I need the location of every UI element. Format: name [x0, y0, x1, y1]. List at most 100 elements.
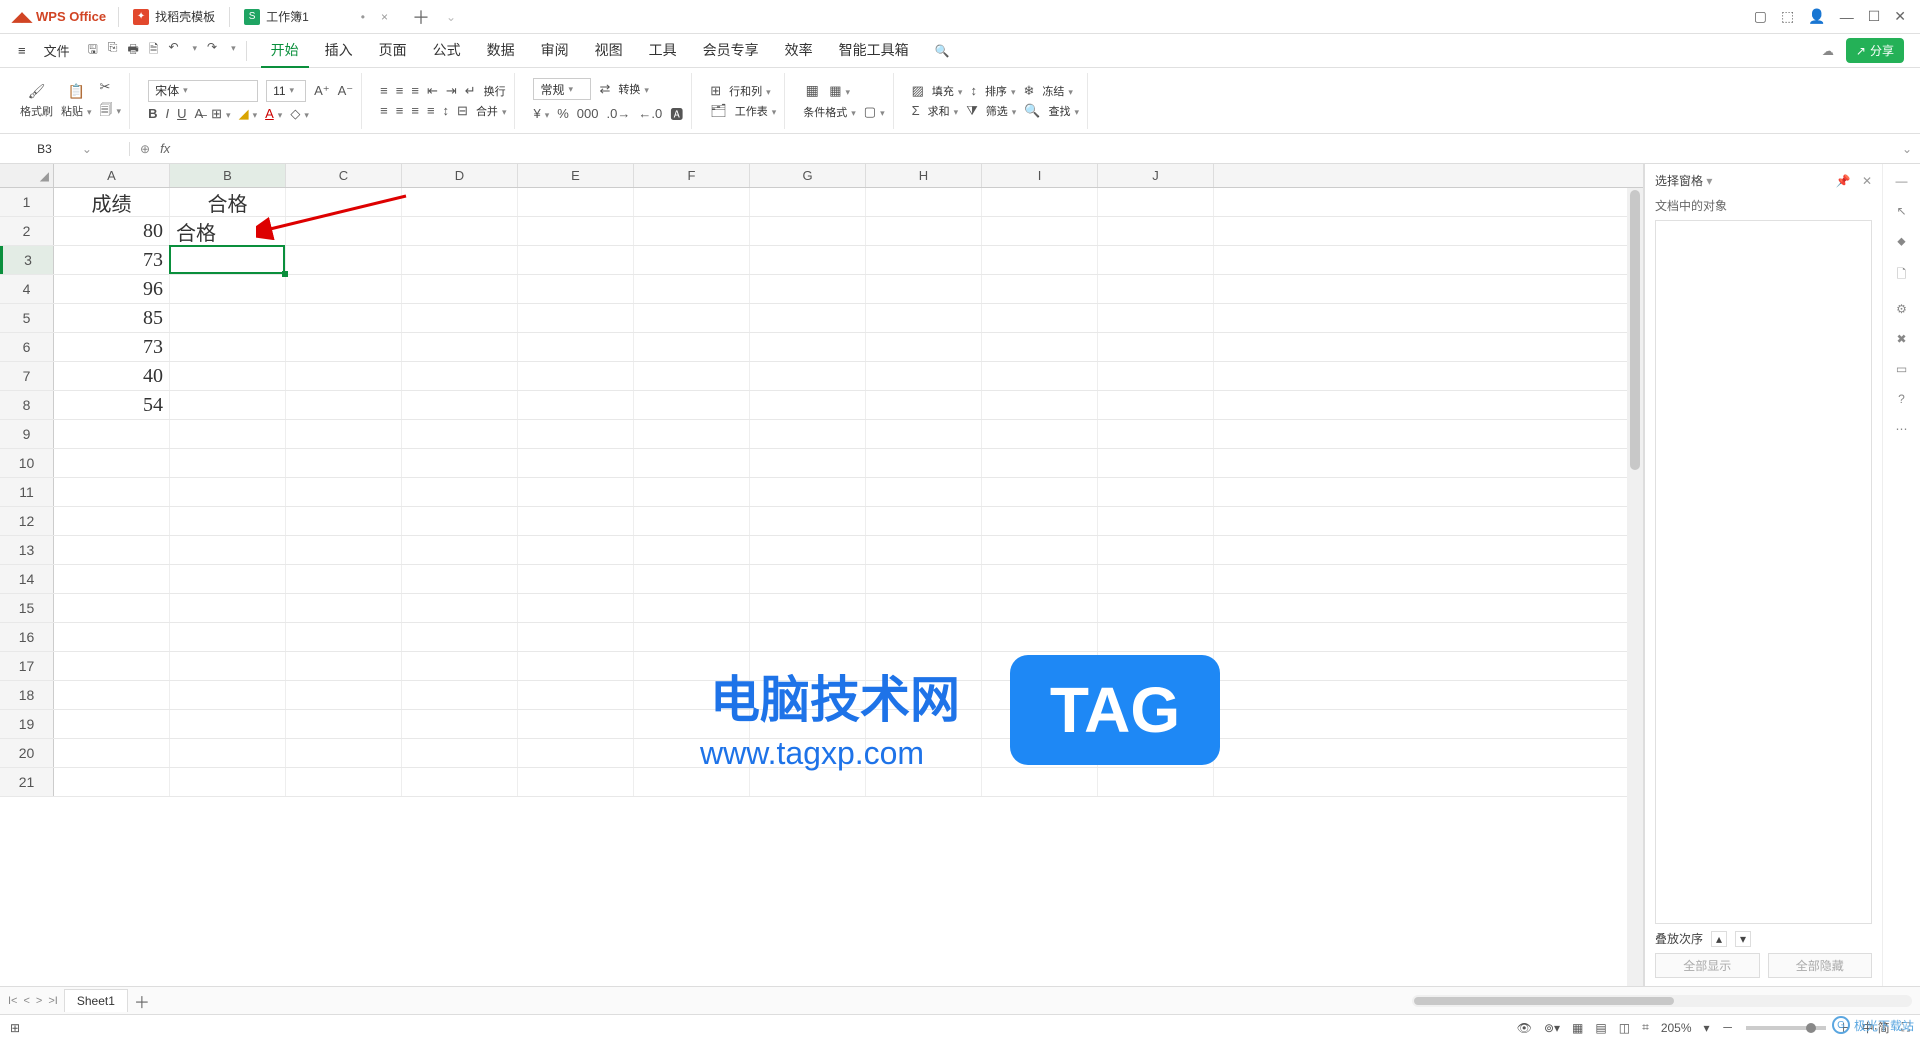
expand-formula-icon[interactable]: ⌄ [1894, 142, 1920, 156]
cell-D7[interactable] [402, 362, 518, 390]
cell-D2[interactable] [402, 217, 518, 245]
row-header-11[interactable]: 11 [0, 478, 54, 506]
cell-B15[interactable] [170, 594, 286, 622]
cell-C8[interactable] [286, 391, 402, 419]
cell-I11[interactable] [982, 478, 1098, 506]
cell-A10[interactable] [54, 449, 170, 477]
currency-icon[interactable]: ¥ [533, 106, 549, 121]
increase-font-icon[interactable]: A⁺ [314, 83, 330, 99]
cell-F8[interactable] [634, 391, 750, 419]
cell-B4[interactable] [170, 275, 286, 303]
sum-label[interactable]: 求和 [928, 103, 959, 119]
cell-H9[interactable] [866, 420, 982, 448]
cell-G2[interactable] [750, 217, 866, 245]
cell-I2[interactable] [982, 217, 1098, 245]
cell-F11[interactable] [634, 478, 750, 506]
highlight-icon[interactable]: ◢ [239, 106, 258, 122]
font-color-icon[interactable]: A [265, 106, 282, 121]
cell-G8[interactable] [750, 391, 866, 419]
col-header-J[interactable]: J [1098, 164, 1214, 187]
cell-C11[interactable] [286, 478, 402, 506]
cell-C18[interactable] [286, 681, 402, 709]
tab-member[interactable]: 会员专享 [693, 34, 769, 68]
up-icon[interactable]: ▴ [1711, 931, 1727, 947]
show-all-button[interactable]: 全部显示 [1655, 953, 1760, 978]
cell-H3[interactable] [866, 246, 982, 274]
cell-F14[interactable] [634, 565, 750, 593]
tab-menu-icon[interactable]: ⌄ [446, 10, 456, 24]
normal-view-icon[interactable]: ▦ [1572, 1021, 1583, 1035]
sheet-tab-1[interactable]: Sheet1 [64, 989, 128, 1012]
custom-view-icon[interactable]: ◫ [1619, 1021, 1630, 1035]
cell-G7[interactable] [750, 362, 866, 390]
thousands-icon[interactable]: 000 [577, 106, 599, 121]
cell-A3[interactable]: 73 [54, 246, 170, 274]
cell-D14[interactable] [402, 565, 518, 593]
cell-J7[interactable] [1098, 362, 1214, 390]
save-icon[interactable]: 🖫 [88, 40, 98, 61]
cell-E11[interactable] [518, 478, 634, 506]
cell-B20[interactable] [170, 739, 286, 767]
cell-J8[interactable] [1098, 391, 1214, 419]
cell-J9[interactable] [1098, 420, 1214, 448]
cell-B9[interactable] [170, 420, 286, 448]
style-tool-icon[interactable]: ⬥ [1897, 234, 1905, 249]
cell-A6[interactable]: 73 [54, 333, 170, 361]
cell-C16[interactable] [286, 623, 402, 651]
cell-E5[interactable] [518, 304, 634, 332]
cell-B7[interactable] [170, 362, 286, 390]
cell-C4[interactable] [286, 275, 402, 303]
border-icon[interactable]: ⊞ [211, 106, 230, 122]
cell-D9[interactable] [402, 420, 518, 448]
cell-A15[interactable] [54, 594, 170, 622]
row-header-13[interactable]: 13 [0, 536, 54, 564]
formula-bar[interactable]: ⊕ fx [130, 141, 1894, 156]
dec-inc-icon[interactable]: .0→ [607, 106, 631, 121]
cell-J2[interactable] [1098, 217, 1214, 245]
cell-F10[interactable] [634, 449, 750, 477]
horizontal-scrollbar[interactable] [1412, 995, 1912, 1007]
cell-A21[interactable] [54, 768, 170, 796]
cell-G16[interactable] [750, 623, 866, 651]
hide-all-button[interactable]: 全部隐藏 [1768, 953, 1873, 978]
cell-F13[interactable] [634, 536, 750, 564]
cell-C1[interactable] [286, 188, 402, 216]
cell-E6[interactable] [518, 333, 634, 361]
col-header-D[interactable]: D [402, 164, 518, 187]
cell-E8[interactable] [518, 391, 634, 419]
cell-J13[interactable] [1098, 536, 1214, 564]
cell-H7[interactable] [866, 362, 982, 390]
cell-H14[interactable] [866, 565, 982, 593]
cell-D10[interactable] [402, 449, 518, 477]
cell-E14[interactable] [518, 565, 634, 593]
cell-D5[interactable] [402, 304, 518, 332]
cell-E12[interactable] [518, 507, 634, 535]
merge-label[interactable]: 合并 [476, 103, 507, 119]
cell-A1[interactable]: 成绩 [54, 188, 170, 216]
name-box[interactable]: B3 ⌄ [0, 142, 130, 156]
row-header-4[interactable]: 4 [0, 275, 54, 303]
cell-J3[interactable] [1098, 246, 1214, 274]
sheet-first-icon[interactable]: I< [8, 995, 17, 1007]
cell-H10[interactable] [866, 449, 982, 477]
col-header-A[interactable]: A [54, 164, 170, 187]
cell-F15[interactable] [634, 594, 750, 622]
cell-D17[interactable] [402, 652, 518, 680]
minimize-icon[interactable]: — [1840, 9, 1854, 25]
cell-C15[interactable] [286, 594, 402, 622]
cell-B12[interactable] [170, 507, 286, 535]
tab-workbook[interactable]: S 工作簿1 • × [230, 0, 402, 34]
font-size-select[interactable]: 11 [266, 80, 306, 102]
undo-dropdown[interactable] [189, 40, 198, 61]
cell-H5[interactable] [866, 304, 982, 332]
cell-E21[interactable] [518, 768, 634, 796]
zoom-fx-icon[interactable]: ⊕ [140, 142, 150, 156]
zoom-slider[interactable] [1746, 1026, 1826, 1030]
cell-J12[interactable] [1098, 507, 1214, 535]
cell-C21[interactable] [286, 768, 402, 796]
cell-B1[interactable]: 合格 [170, 188, 286, 216]
tab-efficiency[interactable]: 效率 [775, 34, 823, 68]
worksheet-label[interactable]: 工作表 [735, 103, 777, 119]
cell-C19[interactable] [286, 710, 402, 738]
cell-I3[interactable] [982, 246, 1098, 274]
